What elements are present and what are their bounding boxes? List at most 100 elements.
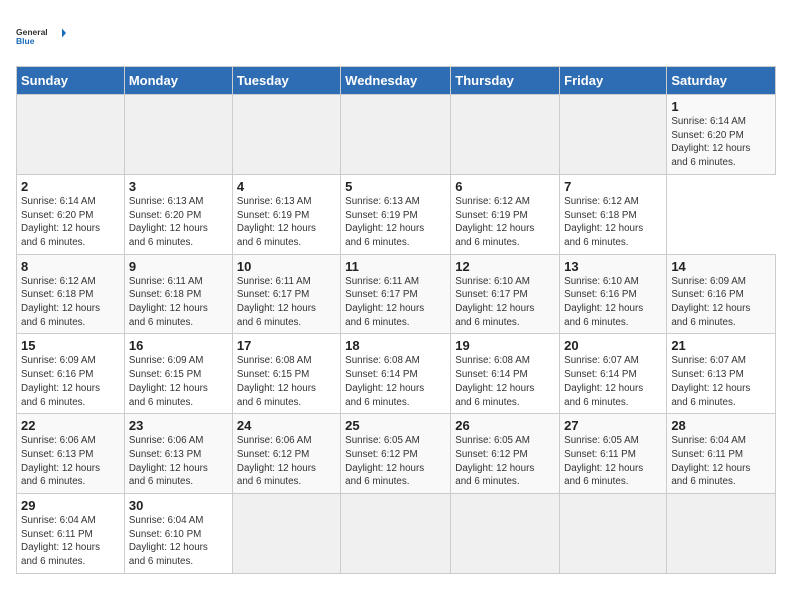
column-header-wednesday: Wednesday [341, 67, 451, 95]
day-number: 23 [129, 418, 228, 433]
day-number: 12 [455, 259, 555, 274]
calendar-day-cell: 23 Sunrise: 6:06 AM Sunset: 6:13 PM Dayl… [124, 414, 232, 494]
calendar-week-row: 22 Sunrise: 6:06 AM Sunset: 6:13 PM Dayl… [17, 414, 776, 494]
calendar-day-cell: 4 Sunrise: 6:13 AM Sunset: 6:19 PM Dayli… [232, 174, 340, 254]
day-info: Sunrise: 6:14 AM Sunset: 6:20 PM Dayligh… [21, 195, 120, 250]
day-info: Sunrise: 6:13 AM Sunset: 6:19 PM Dayligh… [345, 195, 446, 250]
day-info: Sunrise: 6:04 AM Sunset: 6:11 PM Dayligh… [21, 514, 120, 569]
calendar-day-cell: 7 Sunrise: 6:12 AM Sunset: 6:18 PM Dayli… [560, 174, 667, 254]
day-number: 17 [237, 338, 336, 353]
empty-cell [17, 95, 125, 175]
column-header-friday: Friday [560, 67, 667, 95]
calendar-week-row: 2 Sunrise: 6:14 AM Sunset: 6:20 PM Dayli… [17, 174, 776, 254]
calendar-day-cell: 18 Sunrise: 6:08 AM Sunset: 6:14 PM Dayl… [341, 334, 451, 414]
empty-cell [124, 95, 232, 175]
day-info: Sunrise: 6:12 AM Sunset: 6:19 PM Dayligh… [455, 195, 555, 250]
day-number: 8 [21, 259, 120, 274]
day-number: 7 [564, 179, 662, 194]
day-number: 26 [455, 418, 555, 433]
column-header-sunday: Sunday [17, 67, 125, 95]
day-number: 11 [345, 259, 446, 274]
day-info: Sunrise: 6:06 AM Sunset: 6:13 PM Dayligh… [21, 434, 120, 489]
calendar-day-cell: 12 Sunrise: 6:10 AM Sunset: 6:17 PM Dayl… [451, 254, 560, 334]
empty-cell [232, 95, 340, 175]
day-number: 6 [455, 179, 555, 194]
day-info: Sunrise: 6:09 AM Sunset: 6:16 PM Dayligh… [671, 275, 771, 330]
day-info: Sunrise: 6:06 AM Sunset: 6:12 PM Dayligh… [237, 434, 336, 489]
calendar-day-cell: 11 Sunrise: 6:11 AM Sunset: 6:17 PM Dayl… [341, 254, 451, 334]
calendar-day-cell: 19 Sunrise: 6:08 AM Sunset: 6:14 PM Dayl… [451, 334, 560, 414]
calendar-table: SundayMondayTuesdayWednesdayThursdayFrid… [16, 66, 776, 574]
day-number: 2 [21, 179, 120, 194]
empty-cell [341, 95, 451, 175]
calendar-day-cell: 1 Sunrise: 6:14 AM Sunset: 6:20 PM Dayli… [667, 95, 776, 175]
day-info: Sunrise: 6:07 AM Sunset: 6:13 PM Dayligh… [671, 354, 771, 409]
empty-cell [667, 494, 776, 574]
day-info: Sunrise: 6:05 AM Sunset: 6:11 PM Dayligh… [564, 434, 662, 489]
calendar-day-cell: 14 Sunrise: 6:09 AM Sunset: 6:16 PM Dayl… [667, 254, 776, 334]
column-header-monday: Monday [124, 67, 232, 95]
calendar-day-cell: 27 Sunrise: 6:05 AM Sunset: 6:11 PM Dayl… [560, 414, 667, 494]
logo-svg: General Blue [16, 16, 66, 56]
calendar-day-cell: 28 Sunrise: 6:04 AM Sunset: 6:11 PM Dayl… [667, 414, 776, 494]
calendar-header-row: SundayMondayTuesdayWednesdayThursdayFrid… [17, 67, 776, 95]
day-info: Sunrise: 6:08 AM Sunset: 6:14 PM Dayligh… [455, 354, 555, 409]
day-number: 25 [345, 418, 446, 433]
calendar-day-cell: 8 Sunrise: 6:12 AM Sunset: 6:18 PM Dayli… [17, 254, 125, 334]
calendar-day-cell: 17 Sunrise: 6:08 AM Sunset: 6:15 PM Dayl… [232, 334, 340, 414]
day-number: 27 [564, 418, 662, 433]
calendar-week-row: 8 Sunrise: 6:12 AM Sunset: 6:18 PM Dayli… [17, 254, 776, 334]
day-info: Sunrise: 6:08 AM Sunset: 6:15 PM Dayligh… [237, 354, 336, 409]
calendar-week-row: 29 Sunrise: 6:04 AM Sunset: 6:11 PM Dayl… [17, 494, 776, 574]
day-info: Sunrise: 6:10 AM Sunset: 6:16 PM Dayligh… [564, 275, 662, 330]
day-number: 19 [455, 338, 555, 353]
logo: General Blue [16, 16, 66, 56]
column-header-saturday: Saturday [667, 67, 776, 95]
calendar-day-cell: 5 Sunrise: 6:13 AM Sunset: 6:19 PM Dayli… [341, 174, 451, 254]
day-number: 9 [129, 259, 228, 274]
calendar-day-cell: 13 Sunrise: 6:10 AM Sunset: 6:16 PM Dayl… [560, 254, 667, 334]
day-info: Sunrise: 6:10 AM Sunset: 6:17 PM Dayligh… [455, 275, 555, 330]
calendar-day-cell: 30 Sunrise: 6:04 AM Sunset: 6:10 PM Dayl… [124, 494, 232, 574]
calendar-day-cell: 3 Sunrise: 6:13 AM Sunset: 6:20 PM Dayli… [124, 174, 232, 254]
calendar-day-cell: 29 Sunrise: 6:04 AM Sunset: 6:11 PM Dayl… [17, 494, 125, 574]
day-number: 20 [564, 338, 662, 353]
calendar-day-cell: 26 Sunrise: 6:05 AM Sunset: 6:12 PM Dayl… [451, 414, 560, 494]
empty-cell [341, 494, 451, 574]
day-info: Sunrise: 6:13 AM Sunset: 6:19 PM Dayligh… [237, 195, 336, 250]
day-info: Sunrise: 6:04 AM Sunset: 6:10 PM Dayligh… [129, 514, 228, 569]
empty-cell [451, 494, 560, 574]
day-number: 10 [237, 259, 336, 274]
day-info: Sunrise: 6:13 AM Sunset: 6:20 PM Dayligh… [129, 195, 228, 250]
day-number: 16 [129, 338, 228, 353]
empty-cell [232, 494, 340, 574]
calendar-day-cell: 22 Sunrise: 6:06 AM Sunset: 6:13 PM Dayl… [17, 414, 125, 494]
svg-text:Blue: Blue [16, 36, 35, 46]
empty-cell [560, 95, 667, 175]
day-info: Sunrise: 6:05 AM Sunset: 6:12 PM Dayligh… [455, 434, 555, 489]
day-number: 5 [345, 179, 446, 194]
day-info: Sunrise: 6:12 AM Sunset: 6:18 PM Dayligh… [564, 195, 662, 250]
day-info: Sunrise: 6:09 AM Sunset: 6:15 PM Dayligh… [129, 354, 228, 409]
day-info: Sunrise: 6:07 AM Sunset: 6:14 PM Dayligh… [564, 354, 662, 409]
day-info: Sunrise: 6:14 AM Sunset: 6:20 PM Dayligh… [671, 115, 771, 170]
column-header-thursday: Thursday [451, 67, 560, 95]
calendar-day-cell: 10 Sunrise: 6:11 AM Sunset: 6:17 PM Dayl… [232, 254, 340, 334]
day-number: 29 [21, 498, 120, 513]
calendar-week-row: 15 Sunrise: 6:09 AM Sunset: 6:16 PM Dayl… [17, 334, 776, 414]
day-info: Sunrise: 6:11 AM Sunset: 6:17 PM Dayligh… [345, 275, 446, 330]
calendar-day-cell: 25 Sunrise: 6:05 AM Sunset: 6:12 PM Dayl… [341, 414, 451, 494]
day-number: 24 [237, 418, 336, 433]
empty-cell [451, 95, 560, 175]
calendar-week-row: 1 Sunrise: 6:14 AM Sunset: 6:20 PM Dayli… [17, 95, 776, 175]
day-number: 3 [129, 179, 228, 194]
calendar-day-cell: 21 Sunrise: 6:07 AM Sunset: 6:13 PM Dayl… [667, 334, 776, 414]
empty-cell [560, 494, 667, 574]
calendar-day-cell: 24 Sunrise: 6:06 AM Sunset: 6:12 PM Dayl… [232, 414, 340, 494]
day-number: 28 [671, 418, 771, 433]
day-info: Sunrise: 6:11 AM Sunset: 6:18 PM Dayligh… [129, 275, 228, 330]
day-info: Sunrise: 6:06 AM Sunset: 6:13 PM Dayligh… [129, 434, 228, 489]
day-number: 15 [21, 338, 120, 353]
calendar-day-cell: 16 Sunrise: 6:09 AM Sunset: 6:15 PM Dayl… [124, 334, 232, 414]
day-info: Sunrise: 6:04 AM Sunset: 6:11 PM Dayligh… [671, 434, 771, 489]
